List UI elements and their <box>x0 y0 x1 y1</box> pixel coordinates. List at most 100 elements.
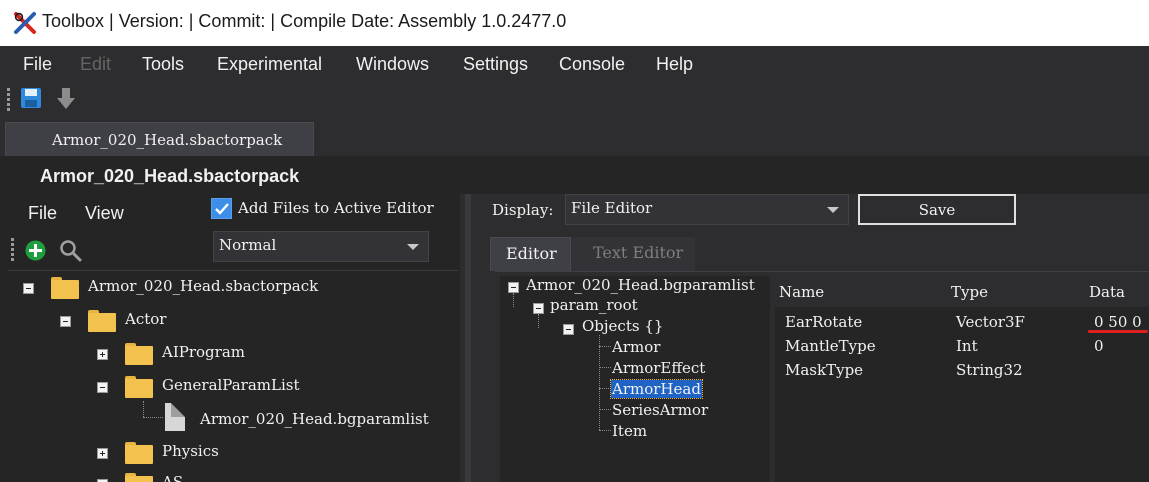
table-row[interactable]: MaskType String32 <box>775 359 1149 383</box>
column-header-type[interactable]: Type <box>951 283 988 301</box>
row-name: MaskType <box>785 361 864 379</box>
document-title: Armor_020_Head.sbactorpack <box>40 166 300 186</box>
tree-node-label: GeneralParamList <box>162 376 300 394</box>
editor-pane: Display: File Editor Save Editor Text Ed… <box>490 194 1149 482</box>
tree-node-label: Armor_020_Head.bgparamlist <box>200 410 429 428</box>
search-icon[interactable] <box>59 239 82 262</box>
red-underline-annotation <box>1088 330 1148 333</box>
folder-icon <box>125 343 153 365</box>
tab-editor[interactable]: Editor <box>490 237 571 271</box>
folder-icon <box>125 376 153 398</box>
folder-icon <box>125 473 153 482</box>
param-object-item[interactable]: Item <box>612 422 647 440</box>
param-tree: Armor_020_Head.bgparamlist param_root Ob… <box>500 276 770 482</box>
column-header-data[interactable]: Data <box>1089 283 1125 301</box>
menu-bar: File Edit Tools Experimental Windows Set… <box>0 46 1149 84</box>
tree-node-label: Armor_020_Head.sbactorpack <box>88 277 319 295</box>
window-title: Toolbox | Version: | Commit: | Compile D… <box>42 11 567 31</box>
menu-windows[interactable]: Windows <box>356 54 429 75</box>
tree-node-label: AIProgram <box>162 343 245 361</box>
add-files-checkbox[interactable] <box>211 198 232 219</box>
collapse-icon[interactable] <box>60 316 71 327</box>
tab-armor-020-head[interactable]: Armor_020_Head.sbactorpack <box>5 122 314 156</box>
tab-text-editor-label: Text Editor <box>593 243 684 262</box>
param-object-seriesarmor[interactable]: SeriesArmor <box>612 401 708 419</box>
view-mode-dropdown[interactable]: Normal <box>213 231 429 262</box>
tree-node-label: Physics <box>162 442 219 460</box>
folder-icon <box>125 442 153 464</box>
file-tree: Armor_020_Head.sbactorpack Actor AIProgr… <box>8 270 458 482</box>
pane-menu-file[interactable]: File <box>28 203 57 224</box>
tree-node-aiprogram[interactable]: AIProgram <box>95 341 435 369</box>
display-dropdown[interactable]: File Editor <box>565 194 849 225</box>
menu-settings[interactable]: Settings <box>463 54 528 75</box>
tree-connector <box>599 388 611 389</box>
document-header: Armor_020_Head.sbactorpack <box>0 156 1149 194</box>
pane-menu-view[interactable]: View <box>85 203 124 224</box>
row-type: Vector3F <box>956 313 1025 331</box>
tree-node-bgparamlist[interactable]: Armor_020_Head.bgparamlist <box>165 403 455 431</box>
expand-icon[interactable] <box>97 349 108 360</box>
param-grid: Name Type Data EarRotate Vector3F 0 50 0… <box>775 276 1149 482</box>
checkmark-icon <box>215 203 229 215</box>
param-object-armor[interactable]: Armor <box>612 338 660 356</box>
tree-connector <box>599 367 611 368</box>
menu-help[interactable]: Help <box>656 54 693 75</box>
tree-node-label: AS <box>162 473 184 482</box>
tree-connector <box>143 401 144 417</box>
row-data[interactable]: 0 50 0 <box>1094 313 1142 331</box>
pane-toolbar-grip[interactable] <box>11 238 14 263</box>
collapse-icon[interactable] <box>533 303 544 314</box>
editor-body: Armor_020_Head.bgparamlist param_root Ob… <box>495 271 1149 482</box>
collapse-icon[interactable] <box>508 282 519 293</box>
crossed-tools-icon <box>14 12 36 34</box>
row-name: MantleType <box>785 337 876 355</box>
collapse-icon[interactable] <box>23 283 34 294</box>
tree-node-sbactorpack[interactable]: Armor_020_Head.sbactorpack <box>21 275 441 303</box>
save-button[interactable]: Save <box>858 194 1016 225</box>
add-files-label: Add Files to Active Editor <box>238 199 434 217</box>
tab-text-editor[interactable]: Text Editor <box>571 237 695 271</box>
row-type: String32 <box>956 361 1023 379</box>
menu-console[interactable]: Console <box>559 54 625 75</box>
collapse-icon[interactable] <box>97 382 108 393</box>
collapse-icon[interactable] <box>563 324 574 335</box>
tree-connector <box>599 335 600 430</box>
add-icon[interactable] <box>25 240 46 261</box>
menu-experimental[interactable]: Experimental <box>217 54 322 75</box>
save-button-label: Save <box>918 201 956 219</box>
tab-editor-label: Editor <box>506 244 557 263</box>
tree-node-actor[interactable]: Actor <box>58 308 438 336</box>
tree-node-as[interactable]: AS <box>95 471 435 482</box>
folder-icon <box>88 310 116 332</box>
table-row[interactable]: MantleType Int 0 <box>775 335 1149 359</box>
tree-connector <box>143 417 163 418</box>
param-tree-root[interactable]: Armor_020_Head.bgparamlist <box>526 276 755 294</box>
menu-tools[interactable]: Tools <box>142 54 184 75</box>
row-type: Int <box>956 337 978 355</box>
tree-connector <box>599 430 611 431</box>
objects-node[interactable]: Objects {} <box>582 317 663 335</box>
tree-connector <box>513 293 514 307</box>
pane-splitter[interactable] <box>460 194 490 482</box>
param-object-armoreffect[interactable]: ArmorEffect <box>612 359 705 377</box>
column-header-name[interactable]: Name <box>779 283 824 301</box>
row-name: EarRotate <box>785 313 863 331</box>
toolbar <box>0 84 1149 116</box>
chevron-down-icon <box>407 244 419 250</box>
param-object-armorhead[interactable]: ArmorHead <box>610 379 703 399</box>
file-icon <box>165 403 185 431</box>
tree-node-physics[interactable]: Physics <box>95 440 435 468</box>
menu-file[interactable]: File <box>23 54 52 75</box>
param-root-node[interactable]: param_root <box>550 296 638 314</box>
title-bar: Toolbox | Version: | Commit: | Compile D… <box>0 0 1149 46</box>
toolbar-grip[interactable] <box>7 88 10 113</box>
import-arrow-icon[interactable] <box>56 87 76 111</box>
view-mode-value: Normal <box>219 236 277 254</box>
row-data[interactable]: 0 <box>1094 337 1104 355</box>
chevron-down-icon <box>827 207 839 213</box>
tree-node-generalparamlist[interactable]: GeneralParamList <box>95 374 435 402</box>
expand-icon[interactable] <box>97 448 108 459</box>
menu-edit: Edit <box>80 54 112 74</box>
save-icon[interactable] <box>20 87 42 109</box>
